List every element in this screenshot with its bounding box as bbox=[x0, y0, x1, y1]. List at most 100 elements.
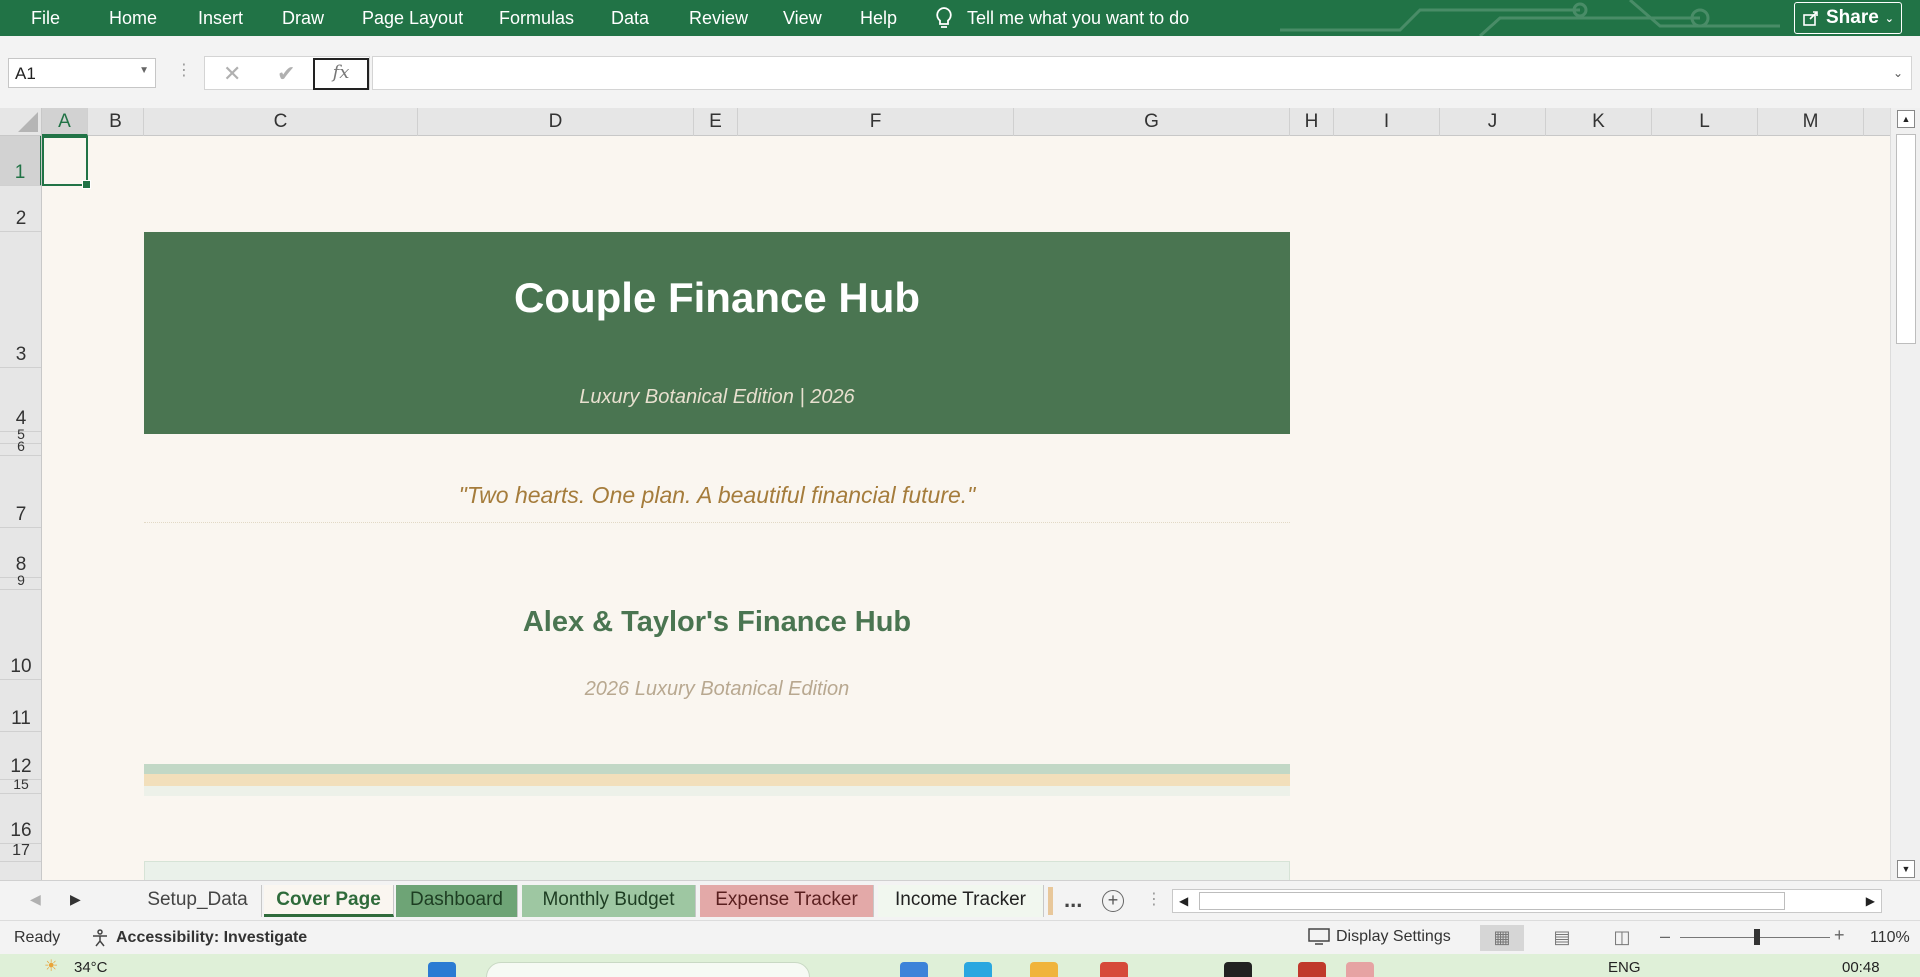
row-header-12[interactable]: 12 bbox=[0, 732, 41, 780]
column-header-b[interactable]: B bbox=[88, 108, 144, 136]
accessibility-status[interactable]: Accessibility: Investigate bbox=[90, 928, 307, 948]
app-icon[interactable] bbox=[964, 962, 992, 977]
weather-icon[interactable]: ☀ bbox=[44, 956, 58, 976]
row-header-15[interactable]: 15 bbox=[0, 776, 41, 794]
scroll-up-icon[interactable]: ▲ bbox=[1897, 110, 1915, 128]
tab-scroll-left-icon[interactable]: ◀ bbox=[30, 891, 41, 908]
sheet-tab-bar: ◀ ▶ Setup_Data Cover Page Dashboard Mont… bbox=[0, 880, 1920, 920]
sheet-canvas[interactable]: Couple Finance Hub Luxury Botanical Edit… bbox=[42, 136, 1890, 880]
row-header-4[interactable]: 4 bbox=[0, 368, 41, 432]
column-header-g[interactable]: G bbox=[1014, 108, 1290, 136]
row-header-11[interactable]: 11 bbox=[0, 680, 41, 732]
column-header-a[interactable]: A bbox=[42, 108, 88, 136]
select-all-button[interactable] bbox=[0, 108, 42, 136]
cancel-icon[interactable]: ✕ bbox=[223, 61, 241, 87]
zoom-slider-thumb[interactable] bbox=[1754, 929, 1760, 945]
edition-label: 2026 Luxury Botanical Edition bbox=[584, 678, 850, 700]
weather-temperature[interactable]: 34°C bbox=[74, 959, 108, 976]
row-header-7[interactable]: 7 bbox=[0, 456, 41, 528]
insert-function-button[interactable]: fx bbox=[313, 58, 369, 90]
vertical-scrollbar[interactable]: ▲ ▼ bbox=[1890, 108, 1920, 880]
share-button[interactable]: Share ⌄ bbox=[1794, 2, 1902, 34]
menu-formulas[interactable]: Formulas bbox=[499, 8, 574, 29]
excel-app-icon[interactable] bbox=[1346, 962, 1374, 977]
row-header-label: 1 bbox=[14, 162, 26, 183]
expand-formula-icon[interactable]: ⌄ bbox=[1893, 66, 1903, 80]
active-cell-a1[interactable] bbox=[42, 136, 91, 189]
folder-icon[interactable] bbox=[1030, 962, 1058, 977]
windows-start-icon[interactable] bbox=[428, 962, 456, 977]
menu-help[interactable]: Help bbox=[860, 8, 897, 29]
vertical-dots-icon[interactable]: ⋮ bbox=[1146, 889, 1162, 909]
chevron-down-icon[interactable]: ▼ bbox=[139, 65, 149, 76]
formula-input[interactable]: ⌄ bbox=[372, 56, 1912, 90]
tell-me-label: Tell me what you want to do bbox=[967, 7, 1190, 28]
column-header-d[interactable]: D bbox=[418, 108, 694, 136]
column-header-m[interactable]: M bbox=[1758, 108, 1864, 136]
app-icon[interactable] bbox=[1298, 962, 1326, 977]
quote-divider bbox=[144, 522, 1290, 523]
normal-view-icon[interactable]: ▦ bbox=[1480, 925, 1524, 951]
horizontal-scroll-thumb[interactable] bbox=[1199, 892, 1785, 910]
name-box[interactable]: A1 ▼ bbox=[8, 58, 156, 88]
add-sheet-icon[interactable]: + bbox=[1102, 890, 1124, 912]
tell-me-search[interactable]: Tell me what you want to do bbox=[935, 6, 1189, 30]
scroll-left-icon[interactable]: ◀ bbox=[1179, 894, 1188, 908]
vertical-scroll-thumb[interactable] bbox=[1896, 134, 1916, 344]
zoom-in-icon[interactable]: + bbox=[1834, 925, 1845, 946]
menu-page-layout[interactable]: Page Layout bbox=[362, 8, 463, 29]
row-header-17[interactable]: 17 bbox=[0, 842, 41, 862]
column-header-l[interactable]: L bbox=[1652, 108, 1758, 136]
accessibility-label: Accessibility: Investigate bbox=[116, 929, 308, 946]
more-sheets-button[interactable]: ... bbox=[1064, 887, 1082, 913]
row-header-3[interactable]: 3 bbox=[0, 232, 41, 368]
scroll-down-icon[interactable]: ▼ bbox=[1897, 860, 1915, 878]
row-headers: 1 2 3 4 5 6 7 8 9 10 11 12 15 16 17 bbox=[0, 136, 42, 880]
page-break-preview-icon[interactable]: ◫ bbox=[1600, 925, 1644, 951]
row-header-2[interactable]: 2 bbox=[0, 186, 41, 232]
row-header-8[interactable]: 8 bbox=[0, 528, 41, 578]
column-header-i[interactable]: I bbox=[1334, 108, 1440, 136]
enter-check-icon[interactable]: ✔ bbox=[277, 61, 295, 87]
menu-file[interactable]: File bbox=[31, 8, 60, 29]
row-header-10[interactable]: 10 bbox=[0, 590, 41, 680]
zoom-out-icon[interactable]: – bbox=[1660, 926, 1670, 947]
tab-overflow-marker bbox=[1048, 887, 1053, 915]
tab-expense-tracker[interactable]: Expense Tracker bbox=[700, 885, 874, 917]
row-header-1[interactable]: 1 bbox=[0, 136, 41, 186]
taskbar-search[interactable] bbox=[486, 962, 810, 977]
tab-setup-data[interactable]: Setup_Data bbox=[134, 885, 262, 917]
clock[interactable]: 00:48 bbox=[1842, 959, 1880, 976]
column-header-f[interactable]: F bbox=[738, 108, 1014, 136]
tab-scroll-right-icon[interactable]: ▶ bbox=[70, 891, 81, 908]
page-layout-view-icon[interactable]: ▤ bbox=[1540, 925, 1584, 951]
vertical-dots-icon[interactable]: ⋮ bbox=[176, 60, 192, 80]
tab-cover-page[interactable]: Cover Page bbox=[264, 885, 394, 917]
display-settings-button[interactable]: Display Settings bbox=[1308, 928, 1451, 946]
tab-dashboard[interactable]: Dashboard bbox=[396, 885, 518, 917]
menu-home[interactable]: Home bbox=[109, 8, 157, 29]
column-header-h[interactable]: H bbox=[1290, 108, 1334, 136]
menu-view[interactable]: View bbox=[783, 8, 822, 29]
column-header-j[interactable]: J bbox=[1440, 108, 1546, 136]
app-icon[interactable] bbox=[1224, 962, 1252, 977]
column-header-e[interactable]: E bbox=[694, 108, 738, 136]
row-header-6[interactable]: 6 bbox=[0, 438, 41, 456]
tab-income-tracker[interactable]: Income Tracker bbox=[878, 885, 1044, 917]
row-header-16[interactable]: 16 bbox=[0, 794, 41, 844]
menu-insert[interactable]: Insert bbox=[198, 8, 243, 29]
column-header-c[interactable]: C bbox=[144, 108, 418, 136]
language-indicator[interactable]: ENG bbox=[1608, 959, 1641, 976]
zoom-level[interactable]: 110% bbox=[1870, 929, 1910, 947]
menu-data[interactable]: Data bbox=[611, 8, 649, 29]
column-header-k[interactable]: K bbox=[1546, 108, 1652, 136]
app-icon[interactable] bbox=[900, 962, 928, 977]
horizontal-scrollbar[interactable]: ◀ ▶ bbox=[1172, 889, 1882, 913]
tab-monthly-budget[interactable]: Monthly Budget bbox=[522, 885, 696, 917]
menu-draw[interactable]: Draw bbox=[282, 8, 324, 29]
scroll-right-icon[interactable]: ▶ bbox=[1866, 894, 1875, 908]
app-icon[interactable] bbox=[1100, 962, 1128, 977]
menu-review[interactable]: Review bbox=[689, 8, 748, 29]
row-header-label: 11 bbox=[11, 708, 31, 729]
row-header-9[interactable]: 9 bbox=[0, 572, 41, 590]
